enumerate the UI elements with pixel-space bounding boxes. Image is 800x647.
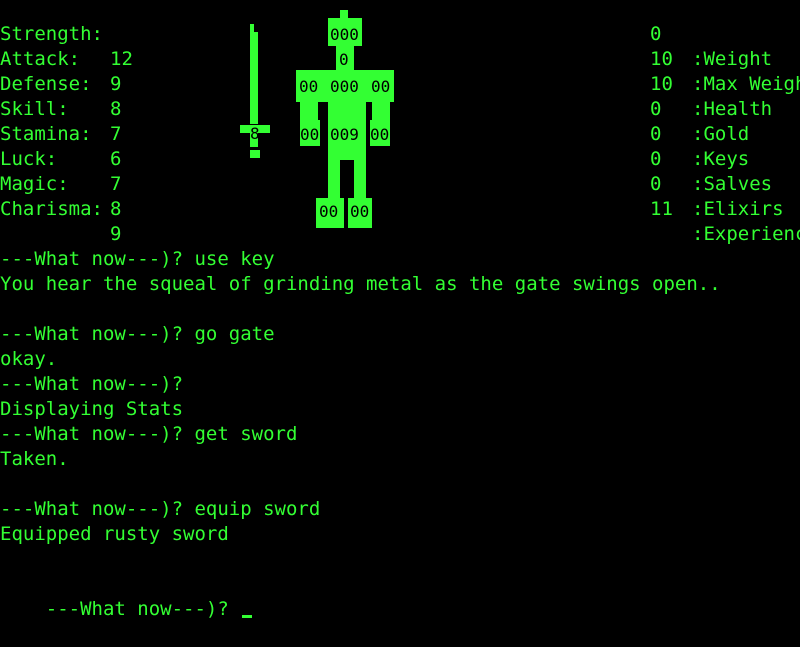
stat-row-skill: Skill: 7 [0,72,121,145]
stat-value: 12 [110,48,133,70]
terminal-screen: Strength: 12 Attack: 9 Defense: 8 Skill:… [0,0,800,620]
stat-label: Charisma: [0,198,103,220]
stat-row-luck: Luck: 7 [0,122,121,195]
stat-row-gold: 0 :Gold [650,72,749,145]
stat-row-elixirs: 0 :Elixirs [650,147,784,220]
stat-row-strength: Strength: 12 [0,0,133,70]
stat-row-attack: Attack: 9 [0,22,121,95]
stat-value: 7 [110,123,122,145]
stat-value: 11 [650,198,673,220]
stat-row-weight: 0 :Weight [650,0,772,70]
stat-value: 9 [110,73,122,95]
stat-label: :Experience [692,223,800,245]
prompt-label: ---What now---)? [45,598,241,620]
stat-row-defense: Defense: 8 [0,47,121,120]
stat-value: 8 [110,98,122,120]
boot-left-glyph: 00 [319,202,338,221]
stat-row-keys: 0 :Keys [650,97,749,170]
stat-row-magic: Magic: 8 [0,147,121,220]
shoulder-right-glyph: 00 [371,77,390,96]
sword-hilt-glyph: 8 [250,124,260,143]
log-line: ---What now---)? get sword [0,423,298,445]
neck-glyph: 0 [339,50,349,69]
arm-left-glyph: 00 [300,125,319,144]
shoulder-left-glyph: 00 [299,77,318,96]
log-line: ---What now---)? use key [0,248,275,270]
stat-row-experience: 11 :Experience [650,172,800,245]
stat-row-health: 10 :Health [650,47,772,120]
stat-value: 9 [110,223,122,245]
boot-right-glyph: 00 [350,202,369,221]
text-cursor[interactable] [242,615,253,618]
chest-glyph: 000 [330,77,359,96]
stat-row-charisma: Charisma: 9 [0,172,121,245]
command-prompt[interactable]: ---What now---)? [0,572,253,620]
log-line: Displaying Stats [0,398,184,420]
stat-row-salves: 0 :Salves [650,122,772,195]
log-line: okay. [0,348,58,370]
arm-right-glyph: 00 [370,125,389,144]
log-line: Equipped rusty sword [0,523,229,545]
stat-value: 7 [110,173,122,195]
torso-glyph: 009 [330,125,359,144]
helmet-glyph: 000 [330,25,359,44]
stat-row-max-weight: 10 :Max Weight [650,22,800,95]
stat-value: 6 [110,148,122,170]
character-figure: 000 0 00 000 00 8 00 009 00 00 00 [238,10,398,236]
log-line: ---What now---)? [0,373,184,395]
log-line: Taken. [0,448,69,470]
log-line: ---What now---)? equip sword [0,498,321,520]
stat-value: 8 [110,198,122,220]
stat-row-stamina: Stamina: 6 [0,97,121,170]
log-line: You hear the squeal of grinding metal as… [0,273,721,295]
log-line: ---What now---)? go gate [0,323,275,345]
